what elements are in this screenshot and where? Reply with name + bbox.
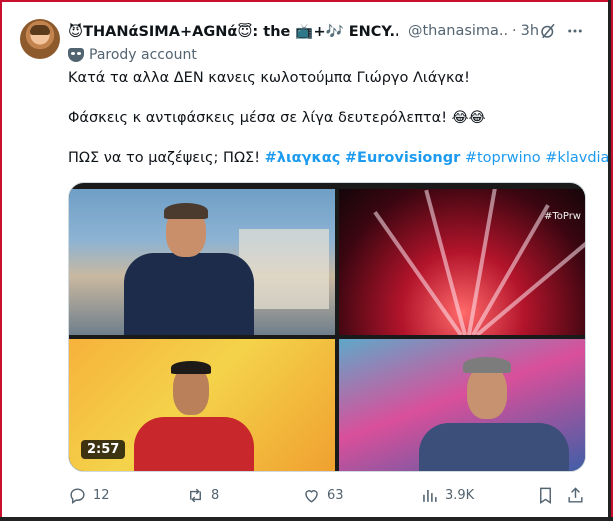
hashtag-link[interactable]: #klavdia — [545, 150, 609, 166]
grok-icon[interactable] — [538, 21, 558, 41]
hashtag-link[interactable]: #toprwino — [465, 150, 541, 166]
window-edge-right — [608, 0, 611, 521]
more-icon[interactable] — [565, 21, 585, 41]
hashtag-link[interactable]: #Eurovisiongr — [345, 150, 460, 166]
repost-button[interactable]: 8 — [186, 483, 219, 507]
video-player[interactable]: #ToPrw 2:57 — [68, 182, 586, 472]
user-handle[interactable]: @thanasima... — [408, 23, 508, 39]
tweet-text-line-2: Φάσκεις κ αντιφάσκεις μέσα σε λίγα δευτε… — [68, 110, 486, 126]
reply-count: 12 — [93, 487, 110, 503]
bookmark-icon — [540, 487, 551, 504]
video-duration-badge: 2:57 — [81, 440, 126, 459]
video-pane-bottom-right — [339, 339, 585, 471]
bookmark-button[interactable] — [536, 483, 561, 507]
hashtag-link[interactable]: #λιαγκας — [265, 150, 341, 166]
like-icon — [305, 489, 318, 503]
reply-icon — [70, 487, 85, 504]
views-button[interactable]: 3.9K — [420, 483, 474, 507]
tweet-text-line-3: ΠΩΣ να το μαζέψεις; ΠΩΣ! #λιαγκας #Eurov… — [68, 150, 609, 166]
tweet-text-line-1: Κατά τα αλλα ΔΕΝ κανεις κωλοτούμπα Γιώργ… — [68, 70, 470, 86]
window-edge-bottom — [0, 517, 613, 521]
repost-icon — [190, 488, 201, 502]
parody-text: Parody account — [89, 47, 197, 63]
views-icon — [423, 489, 437, 502]
parody-mask-icon — [68, 48, 84, 62]
share-button[interactable] — [566, 483, 591, 507]
tweet-text-line-3-text: ΠΩΣ να το μαζέψεις; ΠΩΣ! — [68, 150, 261, 166]
channel-watermark: #ToPrw — [543, 211, 581, 222]
avatar[interactable] — [20, 19, 60, 59]
like-count: 63 — [327, 487, 344, 503]
tweet-actions: 12 8 63 3.9K — [60, 483, 600, 507]
share-icon — [568, 486, 583, 503]
timestamp[interactable]: 3h — [521, 23, 539, 39]
parody-label: Parody account — [68, 45, 197, 65]
reply-button[interactable]: 12 — [68, 483, 110, 507]
separator-dot: · — [512, 23, 517, 39]
views-count: 3.9K — [445, 487, 475, 503]
repost-count: 8 — [211, 487, 220, 503]
display-name[interactable]: 😈THANάSIMA+AGNά😇: the 📺+🎶 ENCY... — [68, 23, 398, 40]
like-button[interactable]: 63 — [302, 483, 344, 507]
tweet-header: 😈THANάSIMA+AGNά😇: the 📺+🎶 ENCY... @thana… — [68, 20, 598, 42]
video-pane-top-left — [69, 189, 335, 335]
video-pane-top-right: #ToPrw — [339, 189, 585, 335]
